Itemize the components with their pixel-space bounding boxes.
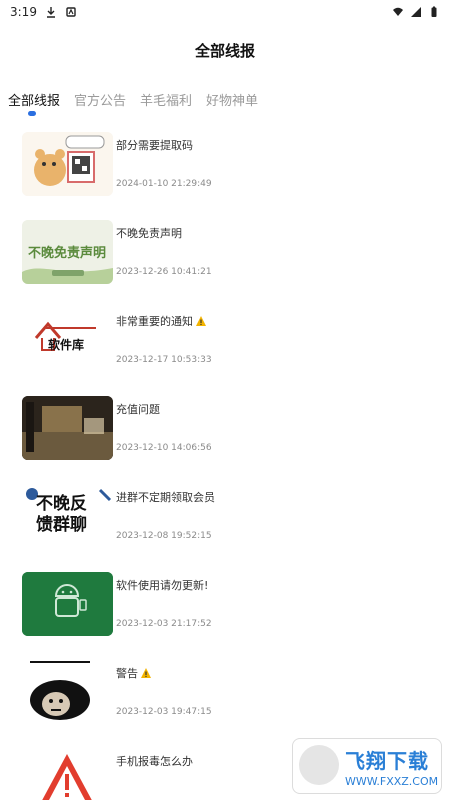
battery-icon (428, 6, 440, 18)
tab-bar: 全部线报 官方公告 羊毛福利 好物神单 (8, 86, 258, 112)
item-date: 2024-01-10 21:29:49 (116, 179, 212, 189)
list-item[interactable]: 部分需要提取码 2024-01-10 21:29:49 (0, 128, 450, 216)
list-item[interactable]: 不晚免责声明 不晚免责声明 2023-12-26 10:41:21 (0, 216, 450, 304)
signal-icon (410, 6, 422, 18)
tab-all-deals[interactable]: 全部线报 (8, 90, 60, 109)
item-date: 2023-12-26 10:41:21 (116, 267, 212, 277)
watermark-url: WWW.FXXZ.COM (345, 775, 439, 788)
list-item[interactable]: 不晚反馈群聊 进群不定期领取会员 2023-12-08 19:52:15 (0, 480, 450, 568)
item-date: 2023-12-03 19:47:15 (116, 707, 212, 717)
thumbnail-image: 不晚免责声明 (22, 220, 113, 284)
thumbnail-image: 不晚反馈群聊 (22, 484, 113, 548)
item-title: 进群不定期领取会员 (116, 491, 215, 504)
item-title: 充值问题 (116, 403, 160, 416)
item-title: 警告 (116, 665, 152, 681)
item-title: 非常重要的通知 (116, 313, 207, 329)
thumbnail-caption: 不晚免责声明 (28, 246, 107, 261)
list-item[interactable]: 警告 2023-12-03 19:47:15 (0, 656, 450, 744)
news-list: 部分需要提取码 2024-01-10 21:29:49 不晚免责声明 不晚免责声… (0, 128, 450, 800)
status-bar: 3:19 (0, 0, 450, 24)
notification-icon (65, 6, 77, 18)
wifi-icon (392, 6, 404, 18)
tab-good-finds[interactable]: 好物神单 (206, 90, 258, 109)
thumbnail-image (22, 572, 113, 636)
tab-freebies[interactable]: 羊毛福利 (140, 90, 192, 109)
thumbnail-image (22, 748, 113, 800)
item-date: 2023-12-10 14:06:56 (116, 443, 212, 453)
thumbnail-image (22, 660, 113, 724)
thumbnail-image: 软件库 (22, 308, 113, 372)
tab-official-notices[interactable]: 官方公告 (74, 90, 126, 109)
watermark-logo: 飞翔下载 WWW.FXXZ.COM (292, 738, 442, 794)
item-date: 2023-12-17 10:53:33 (116, 355, 212, 365)
tab-indicator (28, 111, 36, 116)
item-date: 2023-12-03 21:17:52 (116, 619, 212, 629)
item-date: 2023-12-08 19:52:15 (116, 531, 212, 541)
thumbnail-caption: 不晚反馈群聊 (36, 494, 87, 535)
list-item[interactable]: 充值问题 2023-12-10 14:06:56 (0, 392, 450, 480)
page-title: 全部线报 (194, 42, 255, 60)
item-title: 不晚免责声明 (116, 227, 182, 240)
watermark-icon (299, 745, 339, 785)
watermark-text: 飞翔下载 (345, 749, 429, 773)
download-icon (45, 6, 57, 18)
list-item[interactable]: 软件使用请勿更新! 2023-12-03 21:17:52 (0, 568, 450, 656)
thumbnail-image (22, 132, 113, 196)
item-title: 手机报毒怎么办 (116, 755, 193, 768)
thumbnail-image (22, 396, 113, 460)
warning-icon (140, 667, 152, 679)
item-title: 软件使用请勿更新! (116, 579, 209, 592)
warning-icon (195, 315, 207, 327)
list-item[interactable]: 软件库 非常重要的通知 2023-12-17 10:53:33 (0, 304, 450, 392)
item-title: 部分需要提取码 (116, 139, 193, 152)
status-time: 3:19 (10, 5, 37, 19)
thumbnail-caption: 软件库 (48, 338, 85, 352)
